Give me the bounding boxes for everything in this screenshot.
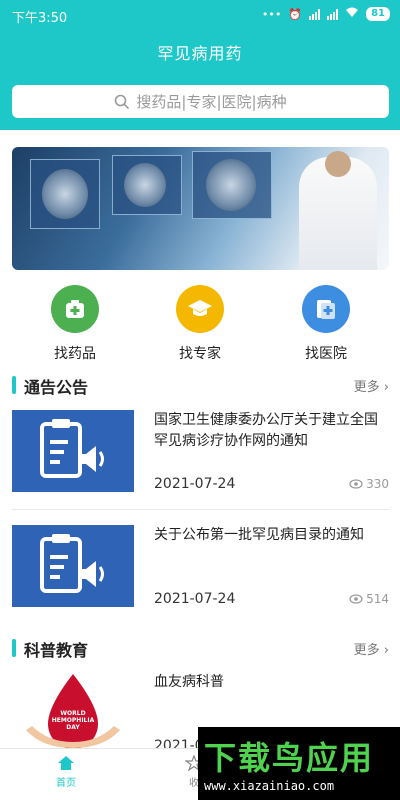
science-more-link[interactable]: 更多 › [354,639,389,658]
view-count-value: 330 [366,477,389,491]
section-title: 通告公告 [24,378,89,397]
divider [12,509,389,510]
search-icon [115,94,130,109]
banner-brain-scan [42,169,88,219]
banner-doctor-head [325,151,351,177]
watermark-url: www.xiazainiao.com [204,779,335,793]
find-expert-button[interactable]: 找专家 [150,285,250,363]
news-item[interactable]: 关于公布第一批罕见病目录的通知 2021-07-24 514 [12,525,389,607]
hemophilia-thumbnail: WORLD HEMOPHILIA DAY [12,672,134,748]
section-accent-bar [12,376,16,394]
find-hospital-label: 找医院 [305,346,347,362]
news-title: 关于公布第一批罕见病目录的通知 [154,527,364,543]
section-title: 科普教育 [24,641,89,660]
nav-home-label: 首页 [56,778,76,789]
view-count: 514 [349,592,389,606]
find-hospital-button[interactable]: 找医院 [276,285,376,363]
banner-brain-scan-3 [206,159,256,211]
eye-icon [349,479,363,489]
news-item[interactable]: 国家卫生健康委办公厅关于建立全国罕见病诊疗协作网的通知 2021-07-24 3… [12,410,389,492]
notices-section-header: 通告公告 更多 › [12,374,389,397]
status-time: 下午3:50 [12,11,68,26]
view-count: 330 [349,477,389,491]
search-placeholder: 搜药品|专家|医院|病种 [136,93,287,111]
section-accent-bar [12,639,16,657]
hemophilia-badge-text: WORLD HEMOPHILIA DAY [48,710,98,731]
science-date: 2021-0 [154,738,204,748]
watermark-title: 下载鸟应用 [204,739,375,777]
news-thumbnail [12,525,134,607]
battery-icon: 81 [366,7,390,21]
search-input[interactable]: 搜药品|专家|医院|病种 [12,85,389,118]
more-label: 更多 [353,643,380,658]
chevron-right-icon: › [383,643,389,658]
science-section-header: 科普教育 更多 › [12,637,389,660]
science-title: 血友病科普 [154,674,224,690]
more-dots-icon: ••• [261,7,282,21]
more-label: 更多 [353,380,380,395]
hospital-icon [302,285,350,333]
news-date: 2021-07-24 [154,591,236,607]
find-medicine-button[interactable]: 找药品 [25,285,125,363]
signal-icon-2 [327,8,339,20]
clipboard-speaker-icon [40,534,104,593]
nav-home[interactable]: 首页 [26,755,106,789]
home-icon [58,756,74,770]
badge-line-1: WORLD [60,710,86,717]
app-header: 下午3:50 ••• ⏰ 81 罕见病用药 搜药品|专家|医院|病种 [0,0,400,130]
alarm-icon: ⏰ [288,7,303,21]
notices-more-link[interactable]: 更多 › [354,376,389,395]
watermark-logo: 下载鸟应用 www.xiazainiao.com [198,727,400,800]
status-bar: 下午3:50 ••• ⏰ 81 [0,0,400,30]
banner-brain-scan-2 [124,163,166,207]
wifi-icon [345,7,359,21]
page-title: 罕见病用药 [157,44,243,63]
find-medicine-label: 找药品 [54,346,96,362]
chevron-right-icon: › [383,380,389,395]
graduation-cap-icon [176,285,224,333]
medicine-box-icon [51,285,99,333]
status-icons: ••• ⏰ 81 [262,7,390,21]
view-count-value: 514 [366,592,389,606]
news-thumbnail [12,410,134,492]
eye-icon [349,594,363,604]
news-date: 2021-07-24 [154,476,236,492]
badge-line-2: HEMOPHILIA DAY [51,717,95,731]
clipboard-speaker-icon [40,419,104,478]
find-expert-label: 找专家 [179,346,221,362]
promo-banner[interactable] [12,147,389,270]
signal-icon [309,8,321,20]
news-title: 国家卫生健康委办公厅关于建立全国罕见病诊疗协作网的通知 [154,412,378,449]
